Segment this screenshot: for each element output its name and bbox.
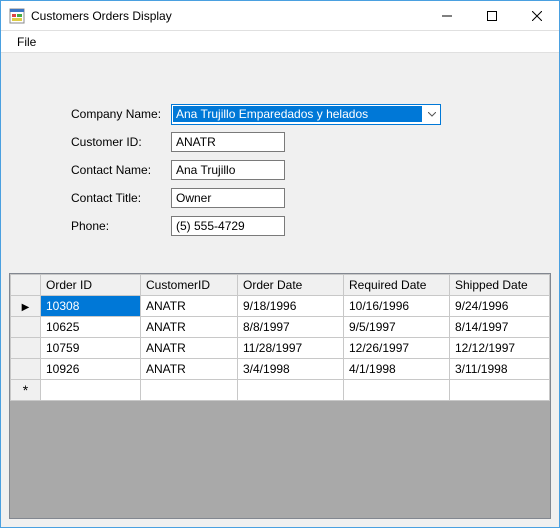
customer-id-input[interactable] bbox=[171, 132, 285, 152]
phone-input[interactable] bbox=[171, 216, 285, 236]
menu-file[interactable]: File bbox=[9, 33, 44, 51]
orders-table: Order ID CustomerID Order Date Required … bbox=[10, 274, 550, 401]
cell-required-date[interactable]: 4/1/1998 bbox=[344, 359, 450, 380]
col-required-date[interactable]: Required Date bbox=[344, 275, 450, 296]
cell-required-date[interactable]: 10/16/1996 bbox=[344, 296, 450, 317]
app-icon bbox=[9, 8, 25, 24]
table-header-row: Order ID CustomerID Order Date Required … bbox=[11, 275, 550, 296]
company-name-combobox[interactable]: Ana Trujillo Emparedados y helados bbox=[171, 104, 441, 125]
customer-id-label: Customer ID: bbox=[71, 135, 171, 149]
cell-customer-id[interactable]: ANATR bbox=[141, 359, 238, 380]
cell-empty[interactable] bbox=[238, 380, 344, 401]
cell-customer-id[interactable]: ANATR bbox=[141, 317, 238, 338]
cell-customer-id[interactable]: ANATR bbox=[141, 296, 238, 317]
company-name-label: Company Name: bbox=[71, 107, 171, 121]
menubar: File bbox=[1, 31, 559, 53]
row-header-corner[interactable] bbox=[11, 275, 41, 296]
cell-empty[interactable] bbox=[450, 380, 550, 401]
cell-order-date[interactable]: 8/8/1997 bbox=[238, 317, 344, 338]
contact-name-label: Contact Name: bbox=[71, 163, 171, 177]
new-row[interactable]: * bbox=[11, 380, 550, 401]
form-panel: Company Name: Ana Trujillo Emparedados y… bbox=[1, 53, 559, 273]
table-row[interactable]: 10625 ANATR 8/8/1997 9/5/1997 8/14/1997 bbox=[11, 317, 550, 338]
table-row[interactable]: ▶ 10308 ANATR 9/18/1996 10/16/1996 9/24/… bbox=[11, 296, 550, 317]
cell-customer-id[interactable]: ANATR bbox=[141, 338, 238, 359]
col-shipped-date[interactable]: Shipped Date bbox=[450, 275, 550, 296]
cell-shipped-date[interactable]: 12/12/1997 bbox=[450, 338, 550, 359]
window-title: Customers Orders Display bbox=[31, 9, 424, 23]
cell-required-date[interactable]: 12/26/1997 bbox=[344, 338, 450, 359]
current-row-indicator-icon: ▶ bbox=[22, 302, 30, 313]
cell-order-date[interactable]: 11/28/1997 bbox=[238, 338, 344, 359]
col-order-id[interactable]: Order ID bbox=[41, 275, 141, 296]
cell-order-date[interactable]: 9/18/1996 bbox=[238, 296, 344, 317]
new-row-indicator-icon: * bbox=[23, 382, 28, 398]
col-order-date[interactable]: Order Date bbox=[238, 275, 344, 296]
app-window: Customers Orders Display File Company Na… bbox=[0, 0, 560, 528]
cell-order-id[interactable]: 10625 bbox=[41, 317, 141, 338]
maximize-button[interactable] bbox=[469, 1, 514, 30]
company-name-value: Ana Trujillo Emparedados y helados bbox=[173, 106, 422, 122]
cell-shipped-date[interactable]: 8/14/1997 bbox=[450, 317, 550, 338]
cell-empty[interactable] bbox=[141, 380, 238, 401]
contact-title-label: Contact Title: bbox=[71, 191, 171, 205]
col-customer-id[interactable]: CustomerID bbox=[141, 275, 238, 296]
cell-order-date[interactable]: 3/4/1998 bbox=[238, 359, 344, 380]
cell-shipped-date[interactable]: 3/11/1998 bbox=[450, 359, 550, 380]
cell-shipped-date[interactable]: 9/24/1996 bbox=[450, 296, 550, 317]
close-button[interactable] bbox=[514, 1, 559, 30]
table-row[interactable]: 10759 ANATR 11/28/1997 12/26/1997 12/12/… bbox=[11, 338, 550, 359]
cell-empty[interactable] bbox=[41, 380, 141, 401]
contact-title-input[interactable] bbox=[171, 188, 285, 208]
cell-order-id[interactable]: 10308 bbox=[41, 296, 141, 317]
cell-order-id[interactable]: 10759 bbox=[41, 338, 141, 359]
cell-empty[interactable] bbox=[344, 380, 450, 401]
window-controls bbox=[424, 1, 559, 30]
titlebar: Customers Orders Display bbox=[1, 1, 559, 31]
phone-label: Phone: bbox=[71, 219, 171, 233]
contact-name-input[interactable] bbox=[171, 160, 285, 180]
chevron-down-icon[interactable] bbox=[423, 112, 440, 117]
table-row[interactable]: 10926 ANATR 3/4/1998 4/1/1998 3/11/1998 bbox=[11, 359, 550, 380]
orders-grid[interactable]: Order ID CustomerID Order Date Required … bbox=[9, 273, 551, 519]
cell-order-id[interactable]: 10926 bbox=[41, 359, 141, 380]
cell-required-date[interactable]: 9/5/1997 bbox=[344, 317, 450, 338]
minimize-button[interactable] bbox=[424, 1, 469, 30]
